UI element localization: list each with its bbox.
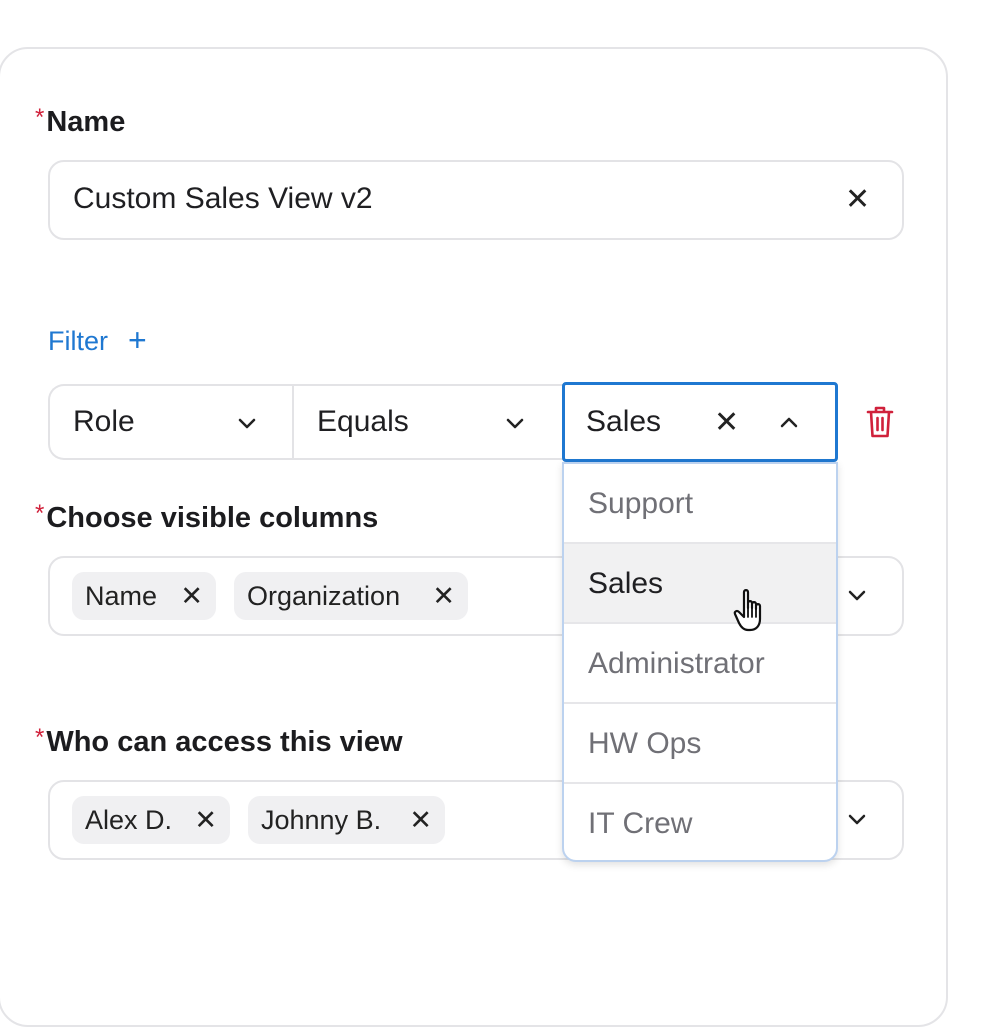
chevron-down-icon — [238, 418, 256, 429]
filter-operator-select[interactable]: Equals — [292, 384, 564, 460]
filter-value-select[interactable]: Sales ✕ — [562, 382, 838, 462]
dropdown-option-sales[interactable]: Sales — [564, 544, 836, 624]
chip-johnny: Johnny B. ✕ — [248, 796, 445, 844]
filter-field-value: Role — [73, 405, 135, 438]
required-mark: * — [35, 500, 45, 527]
filter-value: Sales — [586, 405, 662, 438]
chip-organization: Organization ✕ — [234, 572, 468, 620]
dropdown-option-support[interactable]: Support — [564, 464, 836, 544]
name-input[interactable]: Custom Sales View v2 ✕ — [48, 160, 904, 240]
access-label: *Who can access this view — [35, 724, 403, 758]
dropdown-option-administrator[interactable]: Administrator — [564, 624, 836, 704]
add-filter-button[interactable]: + — [128, 322, 147, 359]
remove-chip-icon[interactable]: ✕ — [409, 796, 432, 844]
filter-link[interactable]: Filter — [48, 326, 108, 357]
chevron-up-icon[interactable] — [778, 412, 800, 434]
close-icon[interactable]: ✕ — [845, 185, 870, 215]
dropdown-option-hw-ops[interactable]: HW Ops — [564, 704, 836, 784]
chevron-down-icon[interactable] — [846, 808, 868, 830]
required-mark: * — [35, 724, 45, 751]
name-input-value[interactable]: Custom Sales View v2 — [73, 182, 373, 216]
dropdown-option-it-crew[interactable]: IT Crew — [564, 784, 836, 860]
chevron-down-icon — [506, 418, 524, 429]
filter-field-select[interactable]: Role — [48, 384, 294, 460]
filter-operator-value: Equals — [317, 405, 409, 438]
name-label: *Name — [35, 104, 126, 138]
required-mark: * — [35, 104, 45, 131]
columns-label: *Choose visible columns — [35, 500, 379, 534]
close-icon[interactable]: ✕ — [714, 408, 739, 438]
remove-chip-icon[interactable]: ✕ — [180, 572, 203, 620]
filter-value-dropdown: Support Sales Administrator HW Ops IT Cr… — [562, 462, 838, 862]
trash-icon[interactable] — [866, 405, 894, 439]
hand-cursor-icon — [733, 589, 762, 632]
chip-name: Name ✕ — [72, 572, 216, 620]
remove-chip-icon[interactable]: ✕ — [432, 572, 455, 620]
remove-chip-icon[interactable]: ✕ — [194, 796, 217, 844]
chevron-down-icon[interactable] — [846, 584, 868, 606]
chip-alex: Alex D. ✕ — [72, 796, 230, 844]
